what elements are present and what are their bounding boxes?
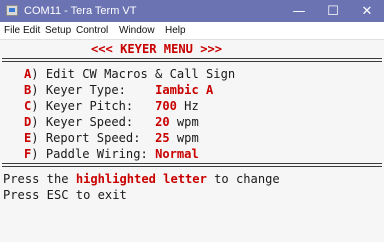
- option-label-b: ) Keyer Type:: [31, 83, 156, 97]
- close-button[interactable]: ✕: [350, 0, 384, 22]
- keyer-menu-header: <<< KEYER MENU >>>: [91, 42, 223, 56]
- menu-option-b: B) Keyer Type: Iambic A: [24, 82, 213, 98]
- menu-control[interactable]: Control: [76, 22, 108, 39]
- divider-top: [2, 58, 382, 62]
- option-label-f: ) Paddle Wiring:: [31, 147, 156, 161]
- instruction-suffix: to change: [206, 172, 280, 186]
- option-unit-d: wpm: [169, 115, 199, 129]
- option-value-f: Normal: [155, 147, 199, 161]
- option-label-a: ) Edit CW Macros & Call Sign: [31, 67, 236, 81]
- instruction-line: Press the highlighted letter to change: [3, 171, 280, 187]
- minimize-button[interactable]: —: [282, 0, 316, 22]
- menu-option-d: D) Keyer Speed: 20 wpm: [24, 114, 199, 130]
- instruction-prefix: Press the: [3, 172, 76, 186]
- tera-term-window: COM11 - Tera Term VT — ☐ ✕ File Edit Set…: [0, 0, 384, 242]
- window-title: COM11 - Tera Term VT: [24, 5, 137, 17]
- menu-file[interactable]: File: [4, 22, 20, 39]
- option-label-e: ) Report Speed:: [31, 131, 156, 145]
- menu-window[interactable]: Window: [119, 22, 155, 39]
- option-value-b: Iambic A: [155, 83, 214, 97]
- terminal-screen[interactable]: <<< KEYER MENU >>> A) Edit CW Macros & C…: [0, 40, 384, 242]
- divider-bottom: [2, 163, 382, 167]
- menu-option-f: F) Paddle Wiring: Normal: [24, 146, 199, 162]
- menu-bar: File Edit Setup Control Window Help: [0, 22, 384, 40]
- menu-edit[interactable]: Edit: [23, 22, 40, 39]
- maximize-button[interactable]: ☐: [316, 0, 350, 22]
- option-unit-e: wpm: [169, 131, 199, 145]
- tera-term-app-icon[interactable]: [6, 5, 18, 16]
- option-label-d: ) Keyer Speed:: [31, 115, 156, 129]
- title-bar[interactable]: COM11 - Tera Term VT — ☐ ✕: [0, 0, 384, 22]
- menu-option-e: E) Report Speed: 25 wpm: [24, 130, 199, 146]
- menu-setup[interactable]: Setup: [45, 22, 71, 39]
- option-value-e: 25: [155, 131, 170, 145]
- menu-option-c: C) Keyer Pitch: 700 Hz: [24, 98, 199, 114]
- option-unit-c: Hz: [176, 99, 199, 113]
- menu-option-a: A) Edit CW Macros & Call Sign: [24, 66, 235, 82]
- option-value-d: 20: [155, 115, 170, 129]
- exit-instruction: Press ESC to exit: [3, 188, 127, 202]
- instruction-highlight: highlighted letter: [75, 172, 207, 186]
- menu-help[interactable]: Help: [165, 22, 186, 39]
- option-value-c: 700: [155, 99, 177, 113]
- option-label-c: ) Keyer Pitch:: [31, 99, 156, 113]
